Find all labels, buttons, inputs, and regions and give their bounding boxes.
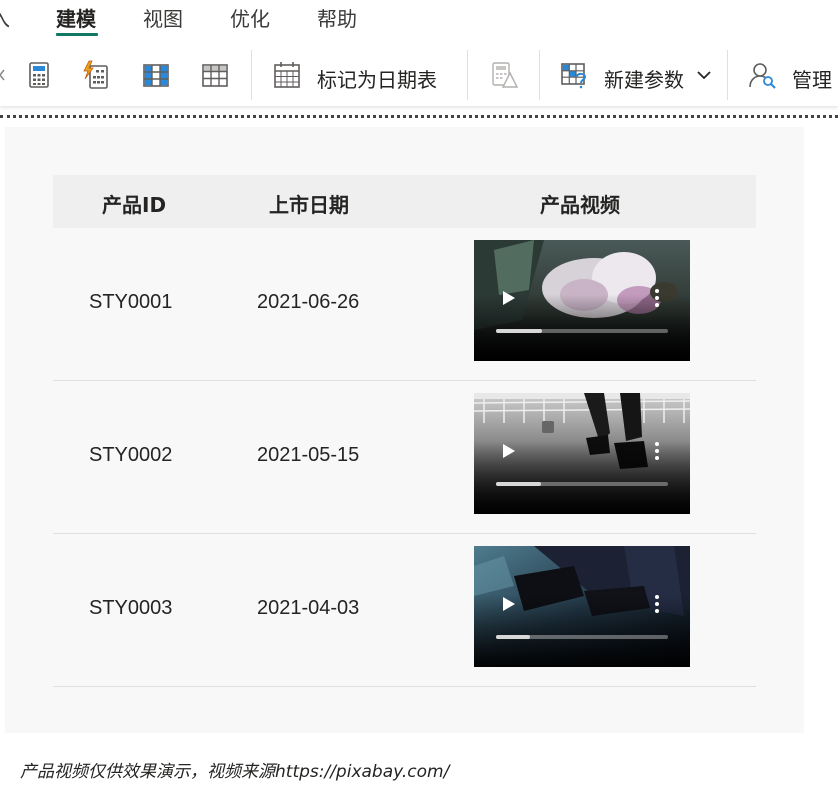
tab-insert[interactable]: 入 (0, 3, 10, 32)
new-parameter-button[interactable]: 新建参数 (604, 64, 684, 93)
video-progress-fill (496, 329, 543, 333)
launch-date-cell: 2021-04-03 (257, 597, 360, 619)
table-visual[interactable]: 产品ID 上市日期 产品视频 STY0001 2021-06-26 STY000… (5, 127, 804, 733)
product-id-cell: STY0002 (89, 444, 173, 466)
more-options-icon[interactable] (654, 594, 660, 614)
launch-date-cell: 2021-06-26 (257, 291, 360, 313)
new-table-icon[interactable] (201, 60, 229, 90)
table-header: 产品ID 上市日期 产品视频 (53, 175, 756, 228)
table-row: STY0002 2021-05-15 (53, 381, 756, 534)
column-header-launch-date[interactable]: 上市日期 (269, 189, 349, 218)
quick-measure-icon[interactable] (82, 60, 110, 90)
active-tab-indicator (56, 33, 98, 36)
column-header-product-id[interactable]: 产品ID (102, 189, 166, 218)
calculation-group-icon[interactable] (490, 60, 518, 90)
play-icon[interactable] (502, 290, 516, 306)
tab-modeling[interactable]: 建模 (56, 3, 96, 32)
visual-selection-border (0, 115, 838, 118)
chevron-down-icon[interactable] (696, 67, 712, 83)
ribbon-tabs: 入 建模 视图 优化 帮助 (0, 0, 838, 40)
column-header-product-video[interactable]: 产品视频 (540, 189, 620, 218)
video-player[interactable] (474, 393, 690, 514)
footnote: 产品视频仅供效果演示，视频来源https://pixabay.com/ (20, 762, 450, 782)
video-progress-bar[interactable] (496, 635, 668, 639)
new-column-icon[interactable] (142, 60, 170, 90)
calendar-icon[interactable] (273, 60, 301, 90)
play-icon[interactable] (502, 596, 516, 612)
ribbon-toolbar: 标记为日期表 新建参数 管理 (0, 44, 838, 106)
play-icon[interactable] (502, 443, 516, 459)
scroll-left-icon[interactable] (0, 69, 6, 81)
manage-roles-icon[interactable] (748, 60, 776, 90)
video-player[interactable] (474, 546, 690, 667)
toolbar-separator (467, 50, 468, 100)
manage-roles-button[interactable]: 管理 (792, 64, 832, 93)
more-options-icon[interactable] (654, 441, 660, 461)
tab-optimize[interactable]: 优化 (230, 3, 270, 32)
video-progress-fill (496, 482, 541, 486)
launch-date-cell: 2021-05-15 (257, 444, 360, 466)
toolbar-separator (539, 50, 540, 100)
new-parameter-icon[interactable] (560, 60, 588, 90)
video-progress-fill (496, 635, 531, 639)
tab-view[interactable]: 视图 (143, 3, 183, 32)
tab-help[interactable]: 帮助 (317, 3, 357, 32)
table-row: STY0003 2021-04-03 (53, 534, 756, 687)
video-progress-bar[interactable] (496, 329, 668, 333)
product-id-cell: STY0001 (89, 291, 173, 313)
new-measure-icon[interactable] (25, 60, 53, 90)
table-row: STY0001 2021-06-26 (53, 228, 756, 381)
more-options-icon[interactable] (654, 288, 660, 308)
video-progress-bar[interactable] (496, 482, 668, 486)
video-player[interactable] (474, 240, 690, 361)
product-id-cell: STY0003 (89, 597, 173, 619)
mark-date-table-button[interactable]: 标记为日期表 (317, 64, 437, 93)
toolbar-separator (251, 50, 252, 100)
toolbar-separator (727, 50, 728, 100)
